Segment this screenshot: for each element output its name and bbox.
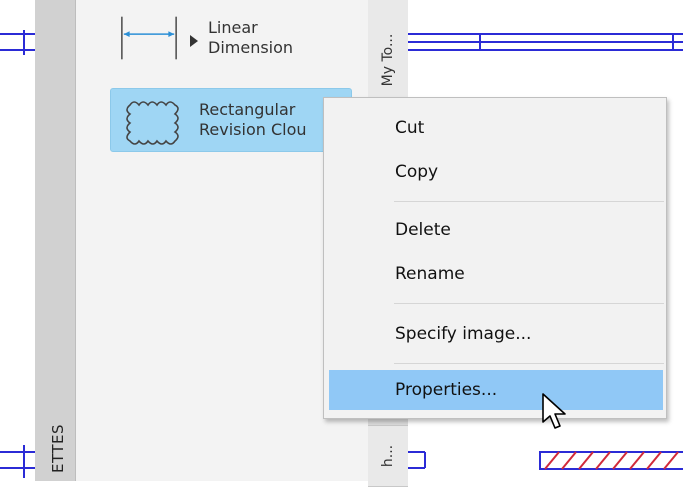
tool-label: Rectangular Revision Clou [199,100,307,139]
tab-hatch[interactable]: h... [368,425,408,487]
revision-cloud-icon [119,96,189,145]
menu-item-rename[interactable]: Rename [329,254,663,294]
menu-item-delete[interactable]: Delete [329,210,663,250]
menu-item-copy[interactable]: Copy [329,152,663,192]
context-menu: Cut Copy Delete Rename Specify image... … [323,97,667,419]
drawing-line-bottom-left [0,445,35,478]
menu-separator [394,303,664,304]
menu-item-cut[interactable]: Cut [329,108,663,148]
drawing-line-top-left [0,30,35,55]
hatch-rect-bottom-right [539,451,683,470]
palette-title-bar[interactable]: ETTES [35,0,76,481]
menu-separator [394,363,664,364]
tool-rectangular-revision-cloud[interactable]: Rectangular Revision Clou [110,88,352,152]
drawing-rect-top-right [408,33,683,51]
tool-linear-dimension[interactable]: Linear Dimension [110,6,352,70]
menu-separator [394,201,664,202]
palette-title: ETTES [49,423,67,473]
menu-item-specify-image[interactable]: Specify image... [329,314,663,354]
linear-dimension-icon [118,14,180,62]
mouse-cursor-icon [541,392,571,438]
expand-arrow-icon[interactable] [190,32,198,47]
tool-label: Linear Dimension [208,18,294,57]
menu-item-properties[interactable]: Properties... [329,370,663,410]
drawing-bracket-bottom [408,451,426,469]
